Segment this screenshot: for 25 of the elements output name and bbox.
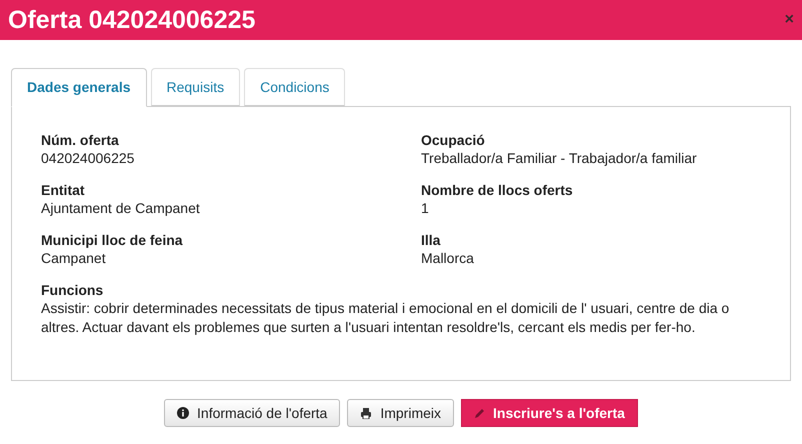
info-button[interactable]: Informació de l'oferta [164,399,340,427]
print-button[interactable]: Imprimeix [347,399,454,427]
window-title: Oferta 042024006225 [8,8,256,32]
tab[interactable]: Condicions [244,68,346,106]
field-value: Mallorca [421,249,475,268]
field-label: Illa [421,231,442,249]
field-value: 1 [421,199,430,218]
info-icon [177,407,190,419]
tab[interactable]: Requisits [150,68,240,106]
field-label: Núm. oferta [41,131,120,149]
field-label: Entitat [41,181,86,199]
pencil-icon [474,408,486,418]
field-label: Funcions [41,281,104,299]
apply-button[interactable]: Inscriure's a l'oferta [461,399,638,427]
field-value: Ajuntament de Campanet [41,199,201,218]
printer-icon [360,408,372,418]
field-value: Assistir: cobrir determinades necessitats de tipus material i emocional en el domicili de l' usuari, centre de dia o altres. Actuar davant els problemes que surten a l'usuari intentan resoldre'ls, cercant els medis per fer-ho. [41,299,730,337]
field-label: Ocupació [421,131,486,149]
field-label: Nombre de llocs oferts [421,181,574,199]
tab[interactable]: Dades generals [11,68,146,107]
field-value: Campanet [41,249,107,268]
field-label: Municipi lloc de feina [41,231,184,249]
close-button[interactable]: × [784,12,794,28]
field-value: Treballador/a Familiar - Trabajador/a familiar [421,149,698,168]
field-value: 042024006225 [41,149,136,168]
